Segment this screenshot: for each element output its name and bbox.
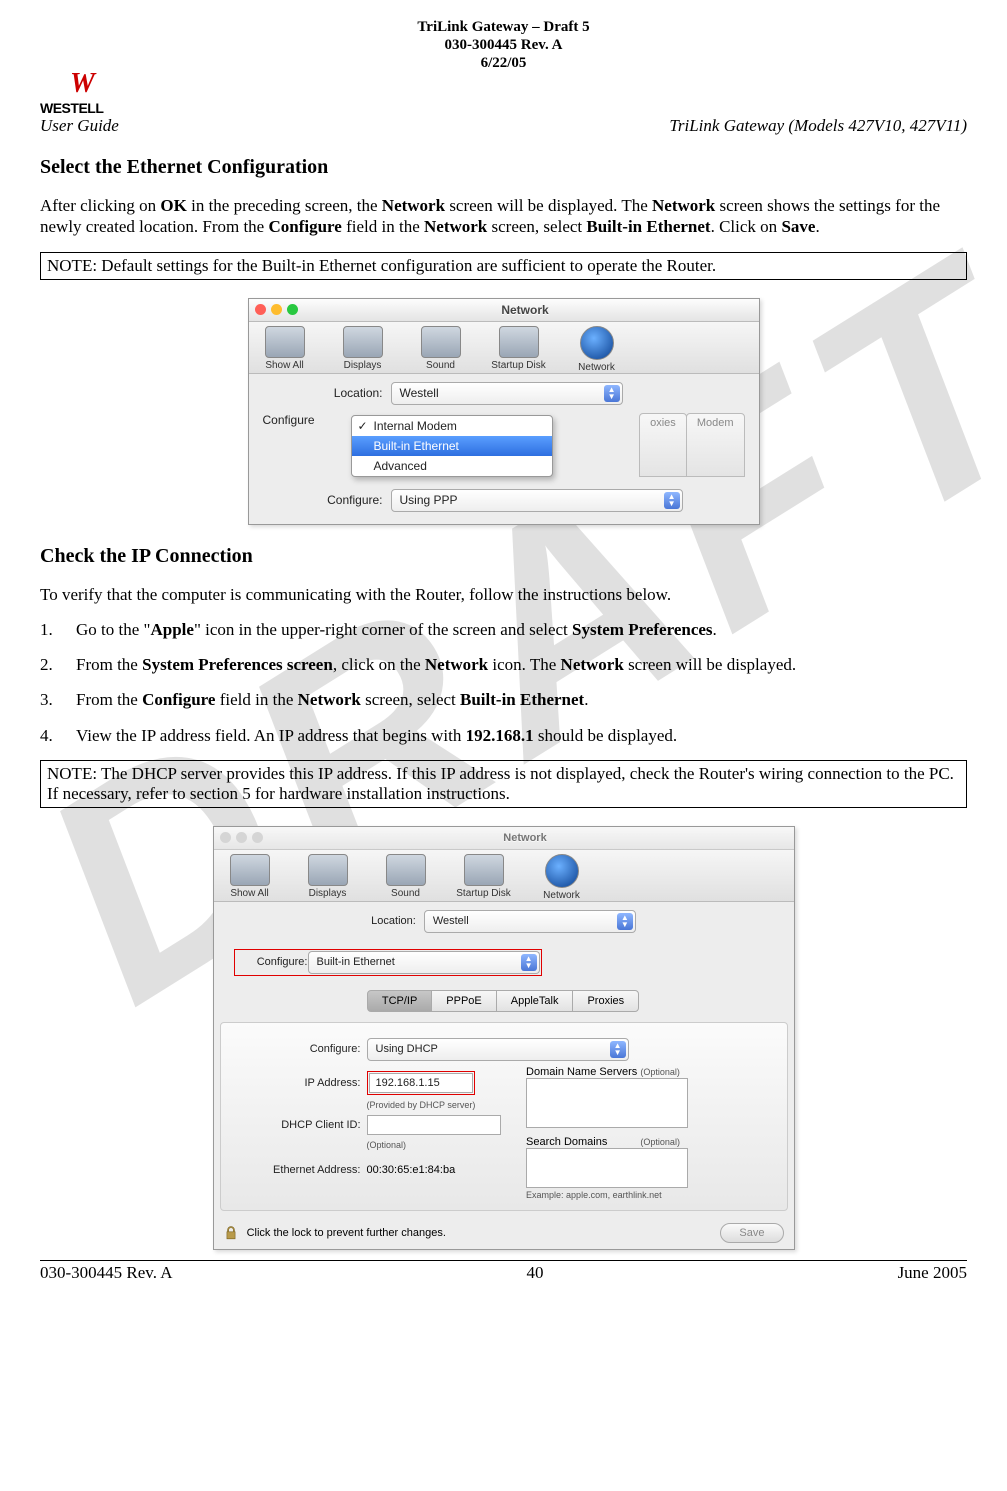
step-3: From the Configure field in the Network …: [40, 689, 967, 710]
configure2-select[interactable]: Using DHCP▲▼: [367, 1038, 629, 1061]
configure-label: Configure: [263, 413, 333, 477]
configure-label: Configure:: [236, 956, 308, 968]
toolbar-show-all[interactable]: Show All: [255, 326, 315, 373]
toolbar-sound[interactable]: Sound: [411, 326, 471, 373]
footer-right: June 2005: [898, 1263, 967, 1283]
window-title: Network: [298, 303, 753, 317]
note-box-2: NOTE: The DHCP server provides this IP a…: [40, 760, 967, 808]
note-box-1: NOTE: Default settings for the Built-in …: [40, 252, 967, 280]
configure2-label: Configure:: [231, 1043, 361, 1055]
section-title-ip: Check the IP Connection: [40, 545, 967, 568]
footer-rule: [40, 1260, 967, 1261]
tab-modem[interactable]: Modem: [686, 413, 745, 477]
section-title-ethernet: Select the Ethernet Configuration: [40, 156, 967, 179]
save-button[interactable]: Save: [720, 1223, 783, 1243]
configure-dropdown-open[interactable]: Internal Modem Built-in Ethernet Advance…: [351, 415, 553, 477]
page-footer: 030-300445 Rev. A 40 June 2005: [40, 1263, 967, 1283]
toolbar-displays[interactable]: Displays: [333, 326, 393, 373]
ip-address-value: 192.168.1.15: [369, 1073, 473, 1093]
dns-label: Domain Name Servers: [526, 1066, 637, 1078]
close-icon[interactable]: [220, 832, 231, 843]
header-line1: TriLink Gateway – Draft 5: [40, 18, 967, 36]
screenshot-network-dropdown: Network Show All Displays Sound Startup …: [248, 298, 760, 525]
globe-icon: [545, 854, 579, 888]
step-1: Go to the "Apple" icon in the upper-righ…: [40, 619, 967, 640]
search-optional: (Optional): [640, 1137, 680, 1147]
zoom-icon[interactable]: [252, 832, 263, 843]
doc-header: TriLink Gateway – Draft 5 030-300445 Rev…: [40, 18, 967, 72]
lock-icon: [224, 1225, 238, 1241]
step-2: From the System Preferences screen, clic…: [40, 654, 967, 675]
dhcp-client-id-label: DHCP Client ID:: [231, 1119, 361, 1131]
header-line3: 6/22/05: [40, 54, 967, 72]
protocol-tabs[interactable]: TCP/IP PPPoE AppleTalk Proxies: [214, 990, 794, 1012]
example-note: Example: apple.com, earthlink.net: [526, 1190, 776, 1200]
configure2-select[interactable]: Using PPP▲▼: [391, 489, 683, 512]
section1-paragraph: After clicking on OK in the preceding sc…: [40, 195, 967, 238]
tab-pppoe[interactable]: PPPoE: [431, 990, 496, 1012]
screenshot-network-tcpip: Network Show All Displays Sound Startup …: [213, 826, 795, 1250]
westell-logo: W WESTELL: [40, 76, 150, 116]
header-line2: 030-300445 Rev. A: [40, 36, 967, 54]
window-controls[interactable]: [220, 832, 263, 843]
user-guide-label: User Guide: [40, 116, 119, 136]
ip-address-label: IP Address:: [231, 1077, 361, 1089]
dropdown-option-built-in-ethernet[interactable]: Built-in Ethernet: [352, 436, 552, 456]
window-controls[interactable]: [255, 304, 298, 315]
toolbar-startup-disk[interactable]: Startup Disk: [489, 326, 549, 373]
tab-proxies[interactable]: Proxies: [572, 990, 639, 1012]
ethernet-address-value: 00:30:65:e1:84:ba: [367, 1164, 456, 1176]
configure2-label: Configure:: [263, 493, 383, 507]
search-domains-label: Search Domains: [526, 1136, 607, 1148]
location-label: Location:: [371, 915, 416, 927]
configure-select[interactable]: Built-in Ethernet▲▼: [308, 951, 540, 974]
location-select[interactable]: Westell▲▼: [424, 910, 636, 933]
window-title: Network: [263, 832, 788, 844]
steps-list: Go to the "Apple" icon in the upper-righ…: [40, 619, 967, 746]
toolbar-network[interactable]: Network: [532, 854, 592, 901]
search-domains-textbox[interactable]: [526, 1148, 688, 1188]
footer-page-number: 40: [527, 1263, 544, 1283]
footer-left: 030-300445 Rev. A: [40, 1263, 173, 1283]
zoom-icon[interactable]: [287, 304, 298, 315]
location-select[interactable]: Westell▲▼: [391, 382, 623, 405]
dns-textbox[interactable]: [526, 1078, 688, 1128]
close-icon[interactable]: [255, 304, 266, 315]
tab-tcpip[interactable]: TCP/IP: [367, 990, 432, 1012]
models-label: TriLink Gateway (Models 427V10, 427V11): [669, 116, 967, 136]
minimize-icon[interactable]: [271, 304, 282, 315]
dropdown-option-advanced[interactable]: Advanced: [352, 456, 552, 476]
step-4: View the IP address field. An IP address…: [40, 725, 967, 746]
dns-optional: (Optional): [640, 1067, 680, 1077]
section2-intro: To verify that the computer is communica…: [40, 584, 967, 605]
location-label: Location:: [263, 386, 383, 400]
ip-note: (Provided by DHCP server): [367, 1100, 507, 1110]
toolbar-sound[interactable]: Sound: [376, 854, 436, 901]
lock-row[interactable]: Click the lock to prevent further change…: [224, 1225, 446, 1241]
dhcp-client-id-input[interactable]: [367, 1115, 501, 1135]
minimize-icon[interactable]: [236, 832, 247, 843]
tab-appletalk[interactable]: AppleTalk: [496, 990, 574, 1012]
ethernet-address-label: Ethernet Address:: [231, 1164, 361, 1176]
tab-proxies-partial[interactable]: oxies: [639, 413, 687, 477]
dhcp-note: (Optional): [367, 1140, 507, 1150]
toolbar-displays[interactable]: Displays: [298, 854, 358, 901]
globe-icon: [580, 326, 614, 360]
toolbar-startup-disk[interactable]: Startup Disk: [454, 854, 514, 901]
dropdown-option-internal-modem[interactable]: Internal Modem: [352, 416, 552, 436]
toolbar-network[interactable]: Network: [567, 326, 627, 373]
toolbar-show-all[interactable]: Show All: [220, 854, 280, 901]
